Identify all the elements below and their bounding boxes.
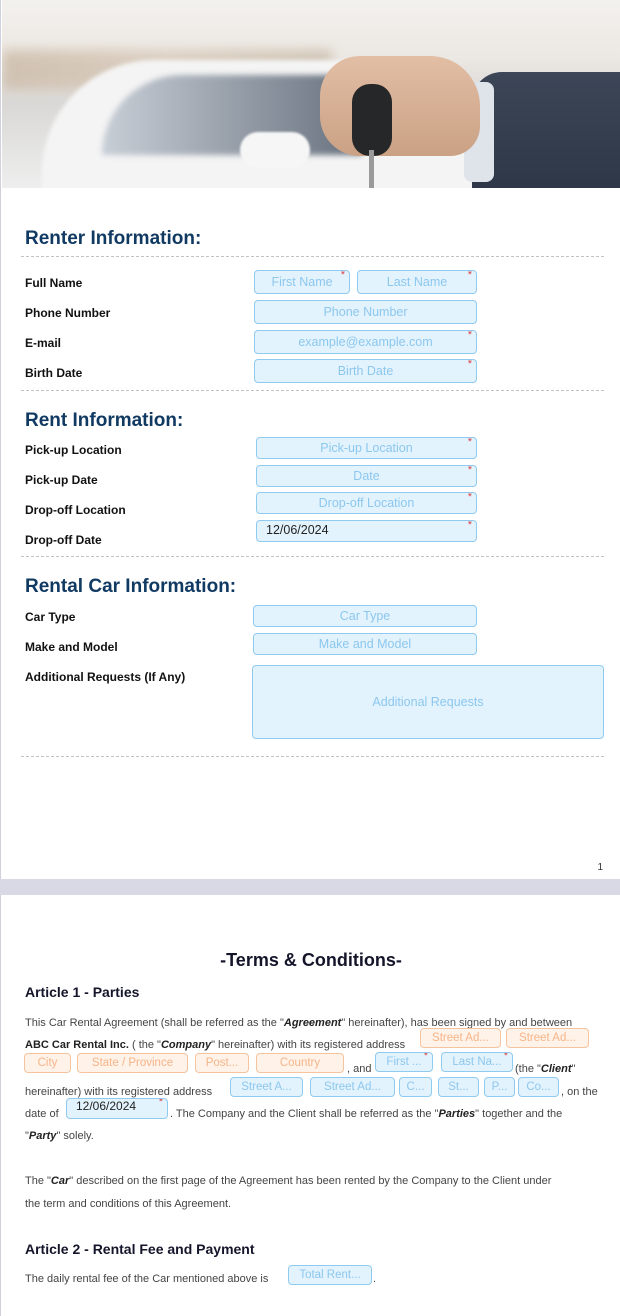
article-1-line-6: "Party" solely.: [25, 1130, 94, 1142]
on-the-text: , on the: [561, 1086, 598, 1098]
article-1-heading: Article 1 - Parties: [25, 984, 140, 1000]
additional-requests-placeholder: Additional Requests: [372, 695, 484, 709]
total-rent-input[interactable]: Total Rent...: [288, 1265, 372, 1285]
client-postal-input[interactable]: P...: [484, 1077, 515, 1097]
car-paragraph-line-2: the term and conditions of this Agreemen…: [25, 1198, 232, 1210]
company-city-input[interactable]: City: [24, 1053, 71, 1073]
article-2-heading: Article 2 - Rental Fee and Payment: [25, 1241, 255, 1257]
rental-fee-text: The daily rental fee of the Car mentione…: [25, 1273, 269, 1285]
pickup-location-placeholder: Pick-up Location: [320, 441, 413, 455]
document-page-1: Renter Information: Full Name First Name…: [0, 0, 620, 879]
make-model-input[interactable]: Make and Model: [253, 633, 477, 655]
company-street-address-2-input[interactable]: Street Ad...: [506, 1028, 589, 1048]
required-marker: *: [467, 330, 472, 341]
car-type-label: Car Type: [25, 610, 76, 624]
email-input[interactable]: example@example.com *: [254, 330, 477, 354]
phone-placeholder: Phone Number: [323, 305, 408, 319]
required-marker: *: [467, 359, 472, 370]
pickup-date-label: Pick-up Date: [25, 473, 98, 487]
client-first-name-input[interactable]: First ... *: [375, 1052, 433, 1072]
divider: [21, 556, 604, 557]
required-marker: *: [467, 270, 472, 281]
make-model-placeholder: Make and Model: [318, 637, 412, 651]
company-state-input[interactable]: State / Province: [77, 1053, 188, 1073]
required-marker: *: [340, 270, 345, 281]
phone-input[interactable]: Phone Number: [254, 300, 477, 324]
dropoff-date-input[interactable]: 12/06/2024 *: [256, 520, 477, 542]
required-marker: *: [503, 1052, 508, 1062]
company-postal-input[interactable]: Post...: [195, 1053, 249, 1073]
car-paragraph-line-1: The "Car" described on the first page of…: [25, 1175, 552, 1187]
dropoff-date-value: 12/06/2024: [266, 523, 329, 537]
client-city-input[interactable]: C...: [399, 1077, 432, 1097]
make-model-label: Make and Model: [25, 640, 118, 654]
car-type-placeholder: Car Type: [339, 609, 391, 623]
client-street-address-2-input[interactable]: Street Ad...: [310, 1077, 395, 1097]
renter-info-title: Renter Information:: [25, 228, 202, 249]
required-marker: *: [467, 465, 472, 476]
rental-car-info-title: Rental Car Information:: [25, 576, 237, 597]
pickup-location-label: Pick-up Location: [25, 443, 122, 457]
dropoff-location-placeholder: Drop-off Location: [318, 496, 415, 510]
required-marker: *: [467, 492, 472, 503]
required-marker: *: [467, 437, 472, 448]
client-country-input[interactable]: Co...: [518, 1077, 559, 1097]
client-state-input[interactable]: St...: [438, 1077, 479, 1097]
last-name-placeholder: Last Name: [386, 275, 448, 289]
page-separator: [0, 879, 620, 895]
document-page-2: -Terms & Conditions- Article 1 - Parties…: [0, 895, 620, 1316]
birth-date-input[interactable]: Birth Date *: [254, 359, 477, 383]
client-street-address-1-input[interactable]: Street A...: [230, 1077, 303, 1097]
dropoff-date-label: Drop-off Date: [25, 533, 102, 547]
pickup-location-input[interactable]: Pick-up Location *: [256, 437, 477, 459]
phone-label: Phone Number: [25, 306, 111, 320]
car-type-input[interactable]: Car Type: [253, 605, 477, 627]
dropoff-location-label: Drop-off Location: [25, 503, 126, 517]
full-name-label: Full Name: [25, 276, 83, 290]
company-country-input[interactable]: Country: [256, 1053, 344, 1073]
birth-date-label: Birth Date: [25, 366, 83, 380]
pickup-date-placeholder: Date: [353, 469, 380, 483]
agreement-date-input[interactable]: 12/06/2024 *: [66, 1098, 168, 1119]
company-name: ABC Car Rental Inc.: [25, 1039, 129, 1051]
article-1-line-5: . The Company and the Client shall be re…: [170, 1108, 563, 1120]
additional-requests-label: Additional Requests (If Any): [25, 670, 186, 684]
first-name-input[interactable]: First Name *: [254, 270, 350, 294]
first-name-placeholder: First Name: [271, 275, 333, 289]
company-street-address-1-input[interactable]: Street Ad...: [420, 1028, 501, 1048]
last-name-input[interactable]: Last Name *: [357, 270, 477, 294]
email-label: E-mail: [25, 336, 62, 350]
hero-image: [2, 0, 620, 188]
birth-date-placeholder: Birth Date: [337, 364, 394, 378]
divider: [21, 756, 604, 757]
rental-fee-end: .: [373, 1273, 377, 1285]
required-marker: *: [423, 1052, 428, 1062]
required-marker: *: [467, 520, 472, 531]
pickup-date-input[interactable]: Date *: [256, 465, 477, 487]
required-marker: *: [158, 1098, 163, 1108]
car-key-icon: [352, 84, 392, 156]
terms-title: -Terms & Conditions-: [220, 950, 402, 970]
page-number: 1: [597, 862, 603, 873]
client-last-name-input[interactable]: Last Na... *: [441, 1052, 513, 1072]
additional-requests-textarea[interactable]: Additional Requests: [252, 665, 604, 739]
email-placeholder: example@example.com: [298, 335, 433, 349]
rent-info-title: Rent Information:: [25, 410, 184, 431]
dropoff-location-input[interactable]: Drop-off Location *: [256, 492, 477, 514]
divider: [21, 390, 604, 391]
divider: [21, 256, 604, 257]
